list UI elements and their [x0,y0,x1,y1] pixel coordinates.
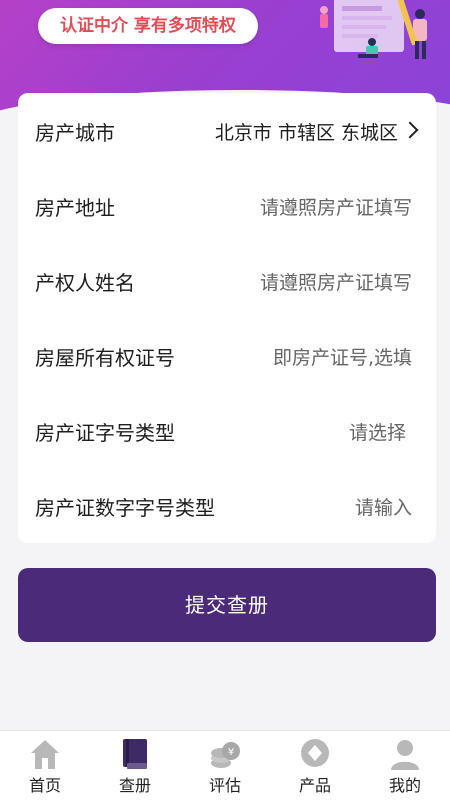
field-label-owner-name: 产权人姓名 [35,271,135,295]
field-label-address: 房产地址 [35,196,115,220]
form-row-address[interactable]: 房产地址 请遵照房产证填写 [18,168,436,243]
chevron-right-icon [401,121,419,139]
owner-name-input[interactable]: 请遵照房产证填写 [260,268,412,295]
form-row-certificate-number[interactable]: 房屋所有权证号 即房产证号,选填 [18,318,436,393]
tab-label-mine: 我的 [388,776,421,795]
digital-certificate-type-input[interactable]: 请输入 [355,493,412,520]
home-icon [31,740,59,769]
property-form-card: 房产城市 北京市 市辖区 东城区 房产地址 请遵照房产证填写 产权人姓名 请遵照… [18,93,436,543]
svg-text:¥: ¥ [228,747,234,758]
tab-label-register: 查册 [118,776,151,795]
field-label-digital-certificate-type: 房产证数字字号类型 [35,496,215,520]
banner-illustration [320,0,427,59]
form-row-city[interactable]: 房产城市 北京市 市辖区 东城区 [18,93,436,168]
tab-label-evaluate: 评估 [208,776,241,795]
book-icon [123,739,147,769]
tab-register[interactable]: 查册 [90,731,180,800]
user-icon [391,740,419,770]
tab-products[interactable]: 产品 [270,731,360,800]
certificate-number-input[interactable]: 即房产证号,选填 [273,343,412,370]
field-label-certificate-type: 房产证字号类型 [35,421,175,445]
coins-icon: ¥ [211,742,240,768]
certificate-type-select[interactable]: 请选择 [349,418,406,445]
bottom-tab-bar: 首页 查册 ¥ 评估 产品 我的 [0,730,450,800]
diamond-icon [301,739,329,767]
address-input[interactable]: 请遵照房产证填写 [260,193,412,220]
tab-home[interactable]: 首页 [0,731,90,800]
form-row-certificate-type[interactable]: 房产证字号类型 请选择 [18,393,436,468]
tab-label-products: 产品 [298,776,331,795]
field-label-certificate-number: 房屋所有权证号 [35,346,175,370]
field-label-city: 房产城市 [35,121,115,145]
form-row-digital-certificate-type[interactable]: 房产证数字字号类型 请输入 [18,468,436,543]
submit-button[interactable]: 提交查册 [18,568,436,642]
tab-label-home: 首页 [28,776,61,795]
promo-badge: 认证中介 享有多项特权 [38,8,258,44]
tab-evaluate[interactable]: ¥ 评估 [180,731,270,800]
city-value[interactable]: 北京市 市辖区 东城区 [215,118,398,145]
form-row-owner-name[interactable]: 产权人姓名 请遵照房产证填写 [18,243,436,318]
tab-mine[interactable]: 我的 [360,731,450,800]
